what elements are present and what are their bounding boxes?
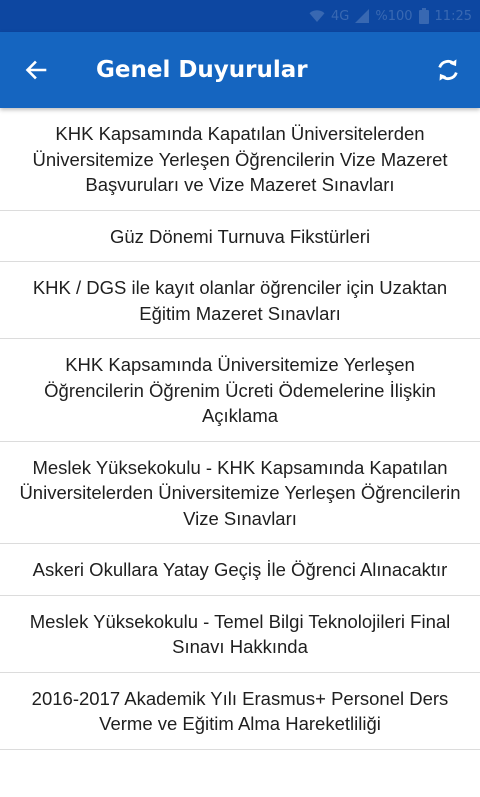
announcement-item[interactable]: KHK Kapsamında Üniversitemize Yerleşen Ö… [0, 339, 480, 442]
status-icons: 4G %100 11:25 [309, 7, 472, 25]
announcement-item[interactable]: KHK / DGS ile kayıt olanlar öğrenciler i… [0, 262, 480, 339]
announcement-item[interactable]: Meslek Yüksekokulu - KHK Kapsamında Kapa… [0, 442, 480, 544]
announcement-item[interactable]: KHK Kapsamında Kapatılan Üniversitelerde… [0, 108, 480, 211]
clock: 11:25 [434, 8, 472, 24]
arrow-left-icon [25, 60, 47, 80]
announcement-item[interactable]: Askeri Okullara Yatay Geçiş İle Öğrenci … [0, 544, 480, 596]
status-bar: 4G %100 11:25 [0, 0, 480, 32]
refresh-button[interactable] [430, 52, 466, 88]
announcement-list: KHK Kapsamında Kapatılan Üniversitelerde… [0, 108, 480, 797]
back-button[interactable] [18, 52, 54, 88]
battery-percent: %100 [375, 8, 413, 24]
battery-icon [418, 8, 429, 24]
page-title: Genel Duyurular [96, 57, 308, 83]
wifi-icon [309, 10, 325, 22]
announcement-item[interactable]: Meslek Yüksekokulu - Temel Bilgi Teknolo… [0, 596, 480, 673]
network-type: 4G [331, 8, 350, 24]
signal-icon [355, 9, 370, 23]
announcement-item[interactable]: Güz Dönemi Turnuva Fikstürleri [0, 211, 480, 262]
refresh-icon [438, 59, 458, 81]
announcement-item[interactable]: 2016-2017 Akademik Yılı Erasmus+ Persone… [0, 673, 480, 750]
app-bar: Genel Duyurular [0, 32, 480, 108]
